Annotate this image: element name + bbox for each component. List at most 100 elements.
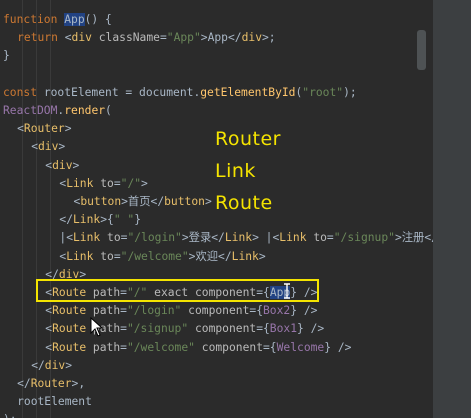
code-token: () { bbox=[84, 13, 112, 26]
code-token: > bbox=[64, 122, 72, 136]
code-line[interactable]: <button>首页</button> bbox=[74, 193, 212, 211]
code-token: div bbox=[38, 140, 59, 154]
code-token: } bbox=[134, 213, 142, 227]
code-token: path bbox=[92, 340, 121, 354]
code-token: ={ bbox=[256, 322, 270, 336]
code-token: "root" bbox=[302, 85, 344, 99]
code-token: } /> bbox=[297, 322, 325, 336]
code-token: Link bbox=[66, 176, 101, 190]
code-token: "/" bbox=[120, 176, 142, 190]
code-line[interactable]: |<Link to="/login">登录</Link> |<Link to="… bbox=[59, 229, 433, 247]
code-line[interactable]: <div> bbox=[45, 157, 79, 175]
code-token: > |< bbox=[252, 231, 280, 245]
code-token: component bbox=[201, 340, 263, 354]
code-token: |< bbox=[59, 231, 73, 245]
code-token: to bbox=[313, 231, 327, 245]
overlay-label-route: Route bbox=[215, 192, 273, 214]
code-token: ReactDOM bbox=[3, 104, 58, 117]
indent-guide bbox=[22, 0, 23, 418]
overlay-label-router: Router bbox=[215, 128, 281, 150]
code-token: Link bbox=[224, 231, 253, 245]
code-token: ); bbox=[3, 413, 17, 418]
code-token: Link bbox=[231, 249, 259, 263]
code-line[interactable]: function App() { bbox=[3, 11, 112, 29]
code-token: >注册</L bbox=[394, 231, 433, 245]
code-token: "/login" bbox=[126, 304, 189, 318]
code-token: Box2 bbox=[263, 304, 291, 318]
code-token: >, bbox=[71, 377, 86, 390]
code-token: className bbox=[98, 31, 160, 45]
code-token: button bbox=[164, 195, 205, 208]
code-token: >首页</ bbox=[121, 195, 165, 208]
code-line[interactable]: <Route path="/signup" component={Box1} /… bbox=[45, 320, 324, 338]
code-token: "/welcome" bbox=[126, 340, 202, 354]
code-line[interactable]: <Router> bbox=[17, 120, 71, 138]
code-token: = bbox=[159, 31, 167, 45]
code-token: > bbox=[58, 140, 66, 154]
code-line[interactable]: const rootElement = document.getElementB… bbox=[3, 84, 357, 102]
code-token: div bbox=[52, 158, 73, 172]
code-token: "App" bbox=[166, 31, 201, 45]
code-line[interactable]: ReactDOM.render( bbox=[3, 102, 112, 120]
code-line[interactable]: </Router>, bbox=[17, 375, 85, 393]
code-token: ( bbox=[105, 104, 112, 117]
code-token: to bbox=[107, 231, 121, 245]
code-line[interactable]: <div> bbox=[31, 138, 65, 156]
code-token: to bbox=[100, 249, 114, 263]
code-line[interactable]: } bbox=[3, 47, 10, 65]
code-token: = bbox=[113, 249, 121, 263]
code-token: < bbox=[17, 122, 24, 136]
code-token: < bbox=[31, 140, 38, 154]
code-token: "/login" bbox=[127, 231, 182, 245]
code-token: </ bbox=[17, 377, 31, 390]
code-token: Router bbox=[30, 377, 72, 390]
code-token: Route bbox=[52, 304, 93, 318]
code-token: Router bbox=[23, 122, 65, 136]
code-line[interactable]: ); bbox=[3, 411, 17, 418]
code-token: </ bbox=[59, 213, 73, 227]
code-token: return bbox=[17, 31, 65, 45]
code-token: div bbox=[71, 31, 99, 45]
code-token: Route bbox=[52, 340, 93, 354]
code-token: Welcome bbox=[276, 340, 325, 354]
code-token: >; bbox=[262, 31, 276, 45]
code-token: > bbox=[72, 158, 80, 172]
code-line[interactable]: </div> bbox=[31, 357, 72, 375]
code-token: >欢迎</ bbox=[188, 249, 232, 263]
scrollbar-thumb[interactable] bbox=[417, 30, 426, 70]
code-token: "/signup" bbox=[333, 231, 395, 245]
code-token: } /> bbox=[290, 304, 318, 318]
code-line[interactable]: <Route path="/welcome" component={Welcom… bbox=[45, 339, 351, 357]
code-token: const bbox=[3, 85, 44, 99]
code-line[interactable]: return <div className="App">App</div>; bbox=[17, 29, 276, 47]
code-line[interactable]: rootElement bbox=[17, 393, 92, 411]
code-token: = bbox=[120, 340, 127, 354]
code-token: div bbox=[241, 31, 262, 45]
code-token: Link bbox=[66, 249, 101, 263]
code-token: = bbox=[326, 231, 334, 245]
route-highlight-box bbox=[36, 279, 319, 302]
code-token: button bbox=[80, 195, 122, 208]
code-token: rootElement = document. bbox=[43, 85, 201, 99]
code-line[interactable]: </Link>{" "} bbox=[59, 211, 141, 229]
code-token: > bbox=[141, 176, 148, 190]
code-token: getElementById bbox=[200, 85, 296, 99]
code-token: ={ bbox=[263, 340, 277, 354]
indent-guide bbox=[36, 0, 37, 418]
code-line[interactable]: <Link to="/"> bbox=[59, 175, 147, 193]
code-token: >登录</ bbox=[181, 231, 225, 245]
code-token: Link bbox=[73, 213, 101, 227]
code-token: Link bbox=[279, 231, 314, 245]
code-line[interactable]: <Link to="/welcome">欢迎</Link> bbox=[59, 248, 265, 266]
code-token: = bbox=[120, 322, 127, 336]
code-token: render bbox=[64, 104, 106, 117]
code-token: Link bbox=[73, 231, 108, 245]
code-token: ={ bbox=[249, 304, 263, 318]
code-token: App bbox=[64, 13, 85, 26]
code-line[interactable]: <Route path="/login" component={Box2} /> bbox=[45, 302, 317, 320]
code-token: } /> bbox=[324, 340, 352, 354]
code-token: to bbox=[100, 176, 114, 190]
code-token: component bbox=[188, 304, 250, 318]
code-token: "/welcome" bbox=[120, 249, 189, 263]
code-token: rootElement bbox=[17, 395, 92, 409]
